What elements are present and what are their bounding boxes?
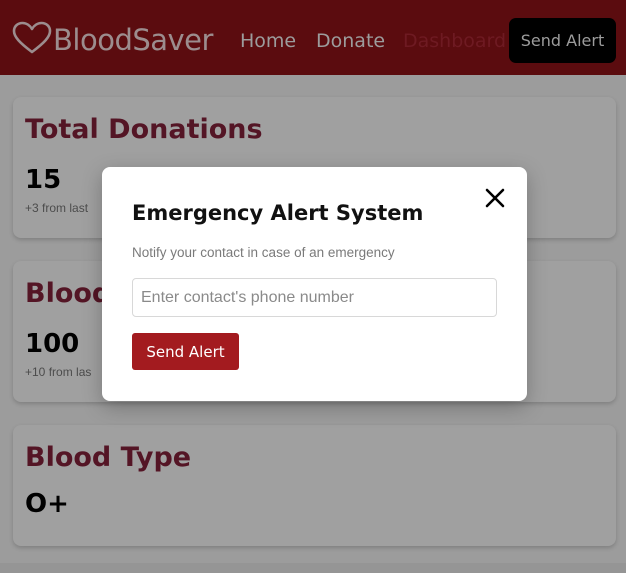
card-blood-type: Blood Type O+	[13, 425, 616, 546]
phone-number-input[interactable]	[132, 278, 497, 317]
card-value: O+	[25, 489, 69, 519]
close-icon	[483, 188, 507, 213]
modal-title: Emergency Alert System	[132, 201, 424, 225]
nav-link-home[interactable]: Home	[240, 30, 296, 52]
heart-outline-icon	[12, 21, 52, 60]
card-subtext: +10 from las	[25, 365, 92, 379]
card-title: Blood	[25, 278, 112, 309]
navbar: BloodSaver Home Donate Dashboard Send Al…	[0, 0, 626, 75]
modal-description: Notify your contact in case of an emerge…	[132, 245, 395, 260]
brand-name: BloodSaver	[53, 23, 213, 57]
card-value: 100	[25, 329, 80, 359]
emergency-alert-modal: Emergency Alert System Notify your conta…	[102, 167, 527, 401]
nav-link-donate[interactable]: Donate	[316, 30, 385, 52]
close-button[interactable]	[483, 186, 507, 210]
card-title: Total Donations	[25, 114, 263, 145]
card-value: 15	[25, 165, 62, 195]
card-subtext: +3 from last	[25, 201, 89, 215]
card-title: Blood Type	[25, 442, 192, 473]
nav-send-alert-button[interactable]: Send Alert	[509, 18, 616, 63]
nav-link-dashboard[interactable]: Dashboard	[403, 30, 506, 52]
brand-logo[interactable]: BloodSaver	[12, 20, 213, 60]
send-alert-button[interactable]: Send Alert	[132, 333, 239, 370]
next-card-edge	[0, 563, 626, 573]
